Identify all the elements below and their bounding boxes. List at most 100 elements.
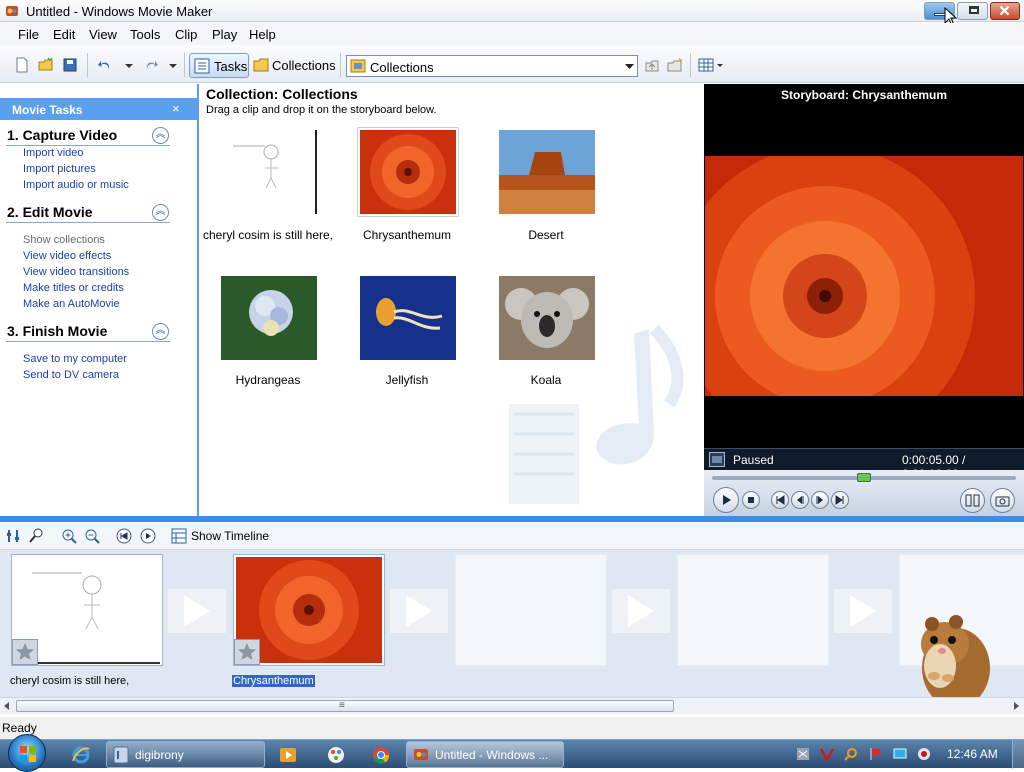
desert-image bbox=[499, 130, 595, 214]
storyboard-label-chrysanthemum[interactable]: Chrysanthemum bbox=[232, 675, 315, 687]
scroll-left-icon[interactable] bbox=[3, 702, 11, 710]
taskbar-button-digibrony[interactable]: digibrony bbox=[106, 741, 265, 768]
link-save-to-computer[interactable]: Save to my computer bbox=[23, 353, 127, 365]
star-effects-icon[interactable] bbox=[12, 639, 38, 665]
seek-thumb[interactable] bbox=[857, 473, 871, 482]
section-finish-movie-title[interactable]: 3. Finish Movie bbox=[7, 323, 107, 339]
tray-volume-icon[interactable] bbox=[917, 747, 931, 761]
menu-play[interactable]: Play bbox=[212, 27, 237, 42]
collections-button[interactable]: Collections bbox=[252, 53, 336, 78]
taskbar-button-movie-maker[interactable]: Untitled - Windows ... bbox=[406, 741, 564, 768]
taskbar-clock[interactable]: 12:46 AM bbox=[947, 747, 998, 761]
menu-help[interactable]: Help bbox=[249, 27, 276, 42]
start-button[interactable] bbox=[8, 734, 46, 772]
rewind-storyboard-icon[interactable] bbox=[116, 528, 132, 544]
link-import-video[interactable]: Import video bbox=[23, 147, 84, 159]
menu-tools[interactable]: Tools bbox=[130, 27, 160, 42]
scrollbar-thumb[interactable]: ≡ bbox=[16, 700, 674, 712]
collapse-capture-icon[interactable]: ︽ bbox=[152, 127, 169, 144]
storyboard-clip-cheryl[interactable] bbox=[11, 554, 163, 666]
take-picture-button[interactable] bbox=[990, 488, 1015, 513]
collapse-edit-icon[interactable]: ︽ bbox=[152, 204, 169, 221]
split-button[interactable] bbox=[960, 488, 985, 513]
menu-view[interactable]: View bbox=[89, 27, 117, 42]
internet-explorer-icon[interactable] bbox=[71, 745, 91, 765]
clip-thumbnail-cheryl[interactable] bbox=[221, 130, 317, 214]
chrome-icon[interactable] bbox=[371, 745, 391, 765]
storyboard-label-cheryl: cheryl cosim is still here, bbox=[10, 675, 130, 687]
storyboard-empty-cell[interactable] bbox=[455, 554, 607, 666]
collections-button-label: Collections bbox=[272, 58, 336, 73]
redo-icon[interactable] bbox=[143, 57, 159, 73]
tasks-button[interactable]: Tasks bbox=[189, 53, 249, 78]
zoom-in-icon[interactable] bbox=[61, 528, 77, 544]
link-view-video-effects[interactable]: View video effects bbox=[23, 250, 111, 262]
undo-dropdown-icon[interactable] bbox=[121, 57, 137, 73]
storyboard-transition-1[interactable] bbox=[168, 589, 226, 633]
next-button[interactable] bbox=[831, 491, 849, 509]
section-capture-video-title[interactable]: 1. Capture Video bbox=[7, 127, 117, 143]
tray-flag-icon[interactable] bbox=[869, 747, 883, 761]
storyboard-transition-4[interactable] bbox=[834, 589, 892, 633]
collapse-finish-icon[interactable]: ︽ bbox=[152, 323, 169, 340]
link-make-titles[interactable]: Make titles or credits bbox=[23, 282, 124, 294]
stop-button[interactable] bbox=[742, 491, 760, 509]
scroll-right-icon[interactable] bbox=[1012, 702, 1020, 710]
tray-display-icon[interactable] bbox=[893, 747, 907, 761]
previous-frame-button[interactable] bbox=[791, 491, 809, 509]
tray-antivirus-icon[interactable] bbox=[820, 747, 834, 761]
zoom-out-icon[interactable] bbox=[84, 528, 100, 544]
menu-clip[interactable]: Clip bbox=[175, 27, 197, 42]
clip-thumbnail-hydrangeas[interactable] bbox=[221, 276, 317, 360]
new-project-icon[interactable] bbox=[14, 57, 30, 73]
star-effects-icon[interactable] bbox=[234, 639, 260, 665]
clip-thumbnail-chrysanthemum[interactable] bbox=[357, 127, 459, 217]
link-import-audio[interactable]: Import audio or music bbox=[23, 179, 129, 191]
link-import-pictures[interactable]: Import pictures bbox=[23, 163, 96, 175]
close-button[interactable] bbox=[990, 2, 1020, 20]
split-clip-icon[interactable] bbox=[709, 452, 725, 467]
undo-icon[interactable] bbox=[97, 57, 113, 73]
play-button[interactable] bbox=[713, 487, 739, 513]
close-tasks-icon[interactable]: × bbox=[172, 101, 180, 116]
storyboard-toolbar: Show Timeline bbox=[0, 522, 1024, 550]
up-one-level-icon[interactable] bbox=[644, 57, 660, 73]
split-icon bbox=[965, 494, 980, 507]
show-timeline-button[interactable]: Show Timeline bbox=[191, 529, 269, 543]
clip-thumbnail-desert[interactable] bbox=[499, 130, 595, 214]
link-make-automovie[interactable]: Make an AutoMovie bbox=[23, 298, 120, 310]
storyboard-horizontal-scrollbar[interactable]: ≡ bbox=[0, 697, 1024, 714]
storyboard-transition-2[interactable] bbox=[390, 589, 448, 633]
redo-dropdown-icon[interactable] bbox=[165, 57, 181, 73]
tray-search-icon[interactable] bbox=[844, 747, 858, 761]
set-audio-levels-icon[interactable] bbox=[5, 528, 21, 544]
section-edit-movie-title[interactable]: 2. Edit Movie bbox=[7, 204, 93, 220]
storyboard-empty-cell[interactable] bbox=[677, 554, 829, 666]
open-project-icon[interactable] bbox=[38, 57, 54, 73]
views-dropdown-icon[interactable] bbox=[715, 57, 731, 73]
new-folder-icon[interactable] bbox=[667, 57, 683, 73]
next-frame-button[interactable] bbox=[811, 491, 829, 509]
link-view-video-transitions[interactable]: View video transitions bbox=[23, 266, 129, 278]
save-project-icon[interactable] bbox=[62, 57, 78, 73]
play-storyboard-icon[interactable] bbox=[140, 528, 156, 544]
storyboard-clip-chrysanthemum[interactable] bbox=[233, 554, 385, 666]
views-icon[interactable] bbox=[698, 57, 714, 73]
show-desktop-button[interactable] bbox=[1012, 740, 1024, 769]
seek-bar[interactable] bbox=[712, 473, 1016, 482]
timeline-icon[interactable] bbox=[171, 528, 187, 544]
narrate-microphone-icon[interactable] bbox=[28, 528, 44, 544]
link-send-to-dv[interactable]: Send to DV camera bbox=[23, 369, 119, 381]
clip-thumbnail-koala[interactable] bbox=[499, 276, 595, 360]
media-player-icon[interactable] bbox=[278, 745, 298, 765]
clip-thumbnail-jellyfish[interactable] bbox=[360, 276, 456, 360]
status-bar: Ready bbox=[0, 717, 1024, 739]
previous-button[interactable] bbox=[771, 491, 789, 509]
restore-button[interactable] bbox=[957, 2, 988, 20]
menu-edit[interactable]: Edit bbox=[53, 27, 75, 42]
menu-file[interactable]: File bbox=[18, 27, 39, 42]
tray-network-icon[interactable] bbox=[796, 747, 810, 761]
collections-dropdown[interactable]: Collections bbox=[346, 55, 638, 77]
storyboard-transition-3[interactable] bbox=[612, 589, 670, 633]
paint-icon[interactable] bbox=[326, 745, 346, 765]
